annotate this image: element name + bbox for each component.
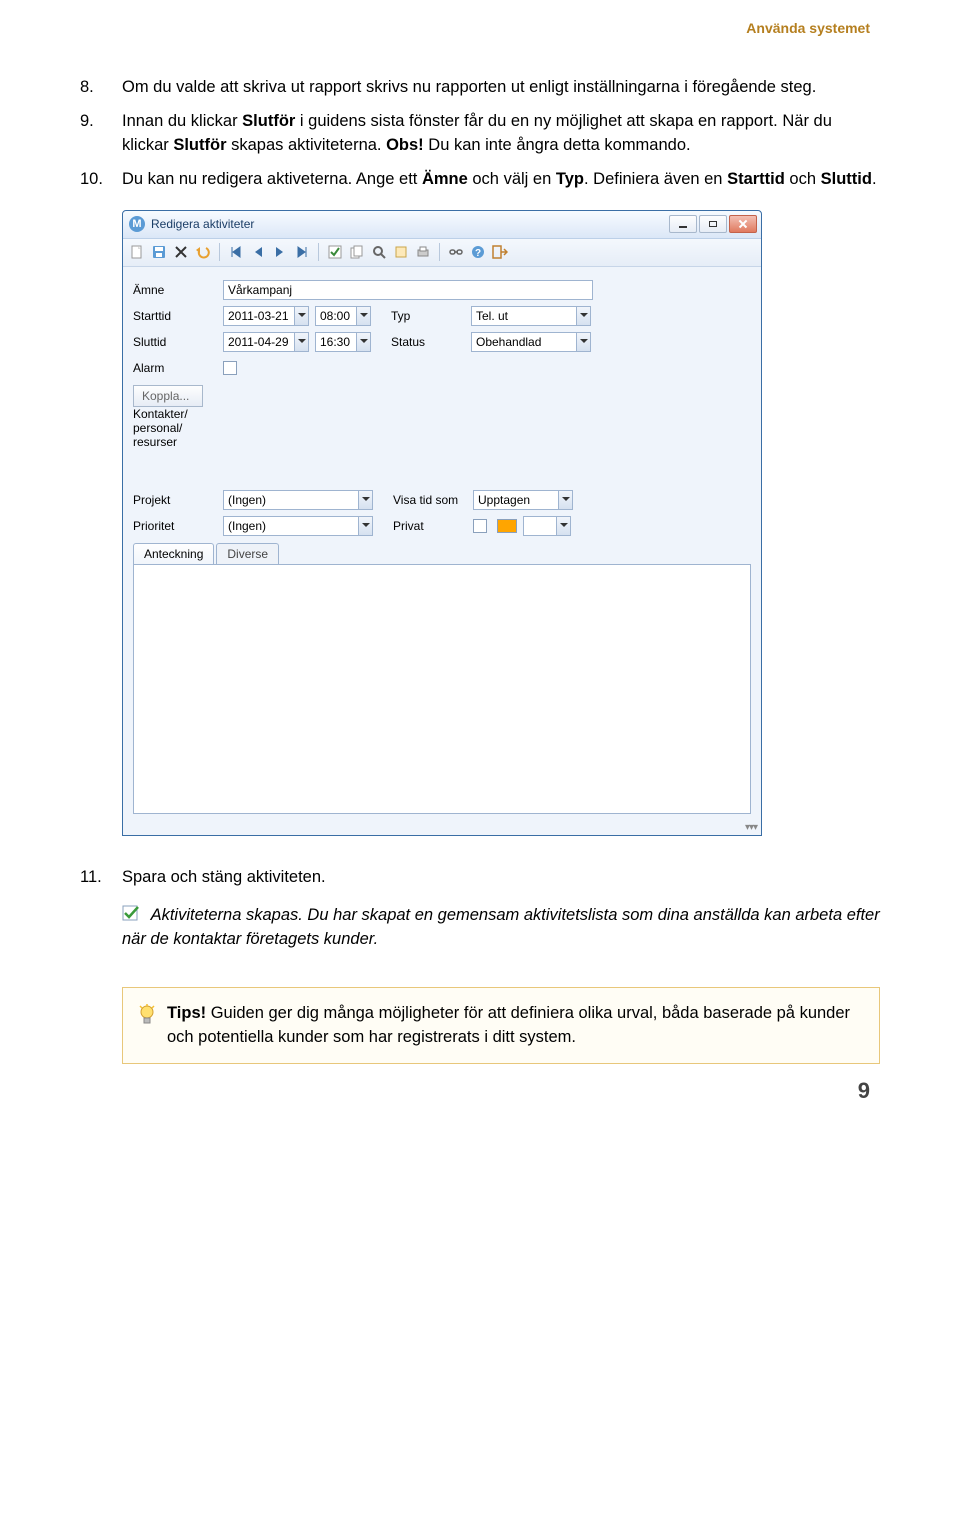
step-8: 8. Om du valde att skriva ut rapport skr…: [80, 76, 880, 100]
first-icon[interactable]: [228, 244, 244, 260]
tips-text: Tips! Guiden ger dig många möjligheter f…: [167, 1002, 863, 1048]
koppla-button[interactable]: Koppla...: [133, 385, 203, 407]
window-titlebar[interactable]: M Redigera aktiviteter: [123, 211, 761, 239]
privat-checkbox[interactable]: [473, 519, 487, 533]
link-icon[interactable]: [448, 244, 464, 260]
step-11: 11. Spara och stäng aktiviteten.: [80, 866, 880, 890]
label-status: Status: [391, 335, 471, 349]
label-visatid: Visa tid som: [393, 493, 473, 507]
maximize-button[interactable]: [699, 215, 727, 233]
page-number: 9: [858, 1078, 870, 1104]
step-number: 11.: [80, 866, 122, 890]
start-time-combo[interactable]: 08:00: [315, 306, 371, 326]
lightbulb-icon: [137, 1004, 159, 1026]
step-number: 10.: [80, 168, 122, 192]
end-date-combo[interactable]: 2011-04-29: [223, 332, 309, 352]
next-icon[interactable]: [272, 244, 288, 260]
color-combo[interactable]: [523, 516, 571, 536]
last-icon[interactable]: [294, 244, 310, 260]
start-date-combo[interactable]: 2011-03-21: [223, 306, 309, 326]
edit-activities-window: M Redigera aktiviteter: [122, 210, 762, 836]
status-combo[interactable]: Obehandlad: [471, 332, 591, 352]
label-sluttid: Sluttid: [133, 335, 223, 349]
label-amne: Ämne: [133, 283, 223, 297]
undo-icon[interactable]: [195, 244, 211, 260]
label-kontakter: Kontakter/ personal/ resurser: [133, 407, 223, 457]
checkmark-icon: [122, 905, 140, 923]
prev-icon[interactable]: [250, 244, 266, 260]
amne-input[interactable]: Vårkampanj: [223, 280, 593, 300]
tips-box: Tips! Guiden ger dig många möjligheter f…: [122, 987, 880, 1063]
find-icon[interactable]: [371, 244, 387, 260]
save-icon[interactable]: [151, 244, 167, 260]
projekt-combo[interactable]: (Ingen): [223, 490, 373, 510]
print-icon[interactable]: [415, 244, 431, 260]
step-number: 9.: [80, 110, 122, 158]
color-swatch[interactable]: [497, 519, 517, 533]
alarm-checkbox[interactable]: [223, 361, 237, 375]
window-title: Redigera aktiviteter: [151, 217, 669, 231]
prioritet-combo[interactable]: (Ingen): [223, 516, 373, 536]
label-prioritet: Prioritet: [133, 519, 223, 533]
label-projekt: Projekt: [133, 493, 223, 507]
attach-icon[interactable]: [393, 244, 409, 260]
tab-anteckning[interactable]: Anteckning: [133, 543, 214, 564]
delete-icon[interactable]: [173, 244, 189, 260]
step-10: 10. Du kan nu redigera aktiveterna. Ange…: [80, 168, 880, 192]
check-icon[interactable]: [327, 244, 343, 260]
step-text: Om du valde att skriva ut rapport skrivs…: [122, 76, 880, 100]
step-9: 9. Innan du klickar Slutför i guidens si…: [80, 110, 880, 158]
svg-text:?: ?: [475, 248, 481, 259]
close-button[interactable]: [729, 215, 757, 233]
label-privat: Privat: [393, 519, 473, 533]
label-typ: Typ: [391, 309, 471, 323]
step-text: Spara och stäng aktiviteten.: [122, 866, 880, 890]
step-number: 8.: [80, 76, 122, 100]
typ-combo[interactable]: Tel. ut: [471, 306, 591, 326]
result-callout: Aktiviteterna skapas. Du har skapat en g…: [122, 904, 880, 952]
new-icon[interactable]: [129, 244, 145, 260]
instruction-list: 8. Om du valde att skriva ut rapport skr…: [80, 76, 880, 192]
step-text: Innan du klickar Slutför i guidens sista…: [122, 110, 880, 158]
exit-icon[interactable]: [492, 244, 508, 260]
step-text: Du kan nu redigera aktiveterna. Ange ett…: [122, 168, 880, 192]
notes-textarea[interactable]: [133, 564, 751, 814]
tab-diverse[interactable]: Diverse: [216, 543, 279, 564]
visatid-combo[interactable]: Upptagen: [473, 490, 573, 510]
end-time-combo[interactable]: 16:30: [315, 332, 371, 352]
label-starttid: Starttid: [133, 309, 223, 323]
help-icon[interactable]: ?: [470, 244, 486, 260]
copy-icon[interactable]: [349, 244, 365, 260]
app-icon: M: [129, 216, 145, 232]
minimize-button[interactable]: [669, 215, 697, 233]
section-header: Använda systemet: [80, 0, 880, 76]
window-toolbar: ?: [123, 239, 761, 267]
label-alarm: Alarm: [133, 361, 223, 375]
callout-text: Aktiviteterna skapas. Du har skapat en g…: [122, 906, 880, 948]
resize-grip[interactable]: ▾▾▾: [123, 820, 761, 835]
